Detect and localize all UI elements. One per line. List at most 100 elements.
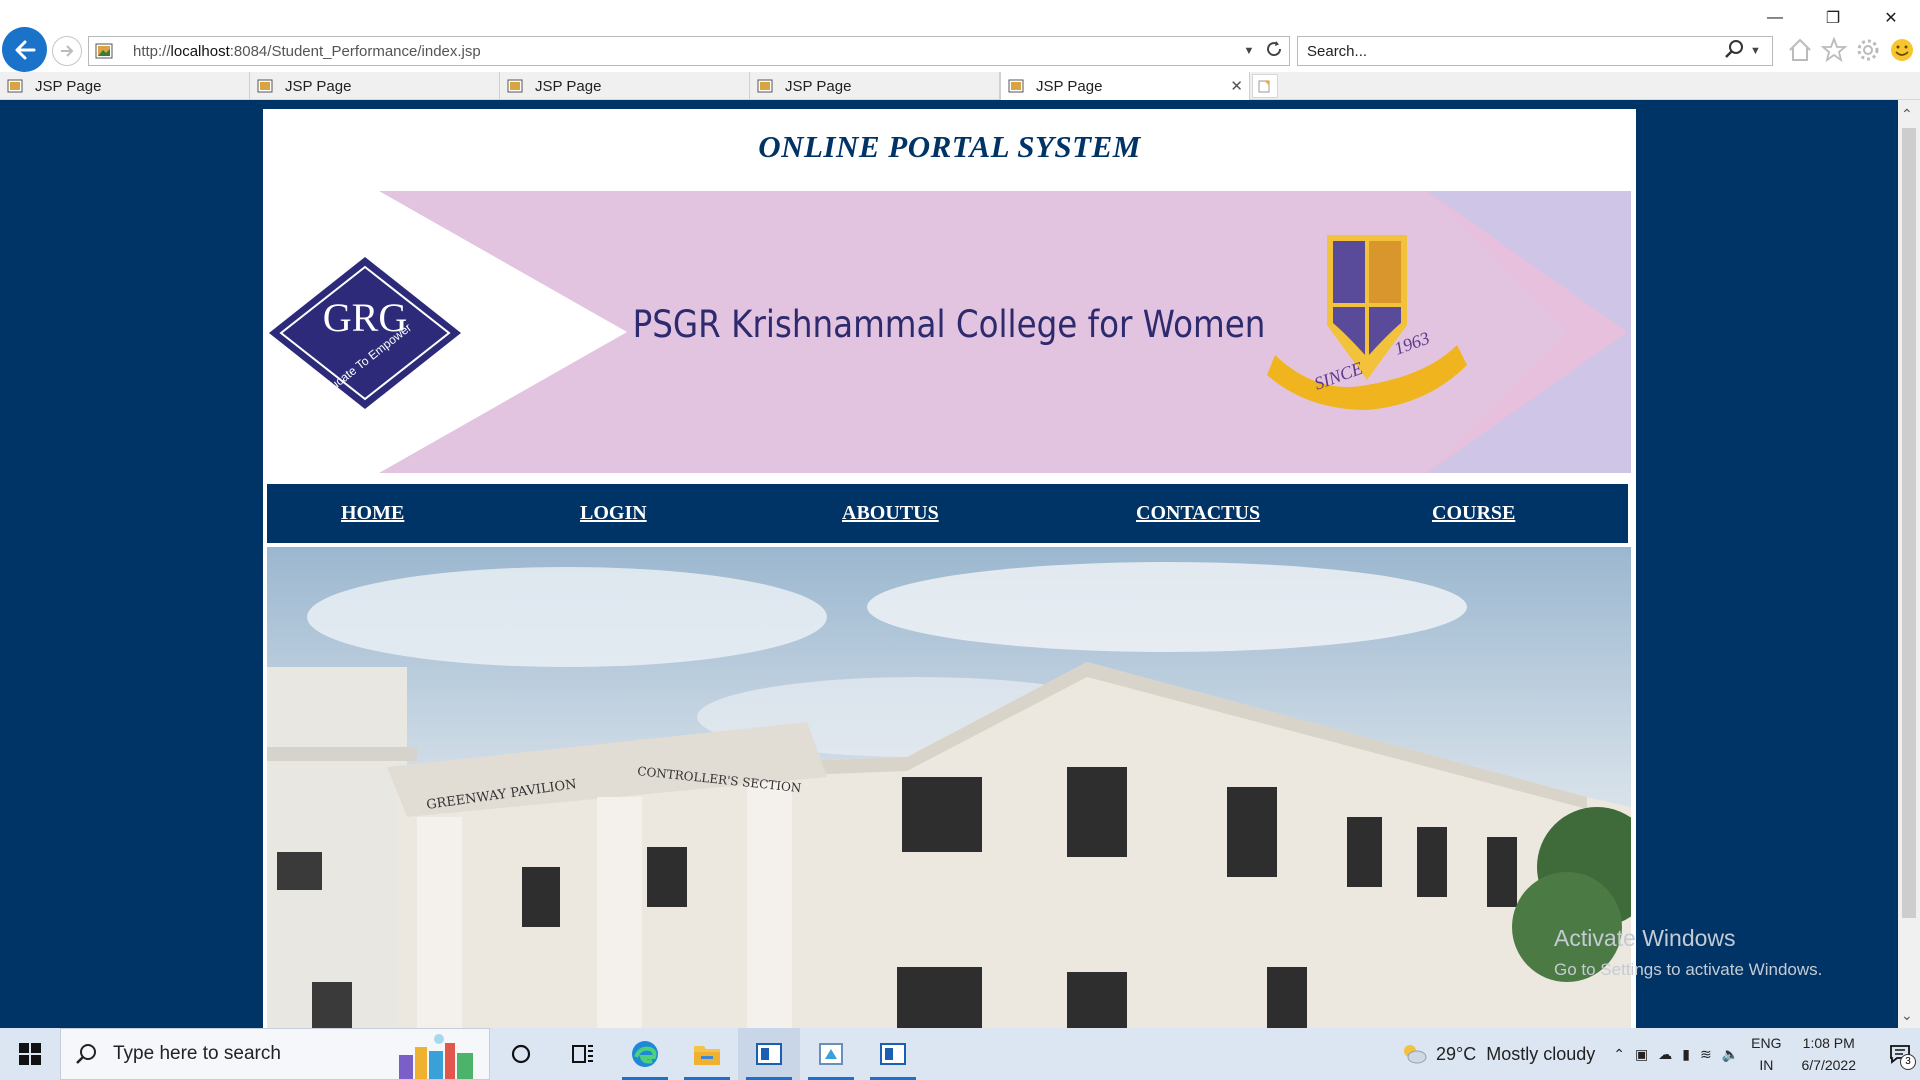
new-tab-icon	[1258, 80, 1270, 93]
cortana-button[interactable]	[490, 1028, 552, 1080]
refresh-button[interactable]	[1259, 40, 1289, 63]
tab-1[interactable]: JSP Page	[0, 72, 250, 100]
restore-button[interactable]: ❐	[1804, 4, 1862, 32]
browser-search-box[interactable]: Search... ▼	[1297, 36, 1773, 66]
taskbar-edge[interactable]	[614, 1028, 676, 1080]
taskbar-paint-app[interactable]	[800, 1028, 862, 1080]
tab-title: JSP Page	[1036, 77, 1103, 95]
minimize-button[interactable]: —	[1746, 4, 1804, 32]
building-illustration: GREENWAY PAVILION CONTROLLER'S SECTION	[267, 547, 1631, 1028]
scroll-up-icon[interactable]: ⌃	[1901, 106, 1913, 123]
onedrive-cloud-icon[interactable]: ☁	[1658, 1046, 1672, 1063]
page-viewport: ONLINE PORTAL SYSTEM GRG Educate To Empo…	[0, 100, 1920, 1028]
weather-description: Mostly cloudy	[1486, 1043, 1596, 1064]
system-tray: 29°C Mostly cloudy ⌃ ▣ ☁ ▮ ≋ 🔈 ENG IN 1:…	[1400, 1028, 1920, 1080]
tab-2[interactable]: JSP Page	[250, 72, 500, 100]
browser-toolbar	[1786, 36, 1916, 64]
page-favicon-icon	[507, 79, 523, 93]
activate-windows-watermark: Activate Windows Go to Settings to activ…	[1554, 925, 1822, 980]
browser-search-placeholder: Search...	[1307, 42, 1368, 60]
tray-icons: ⌃ ▣ ☁ ▮ ≋ 🔈	[1613, 1046, 1739, 1063]
college-building-photo: GREENWAY PAVILION CONTROLLER'S SECTION	[267, 547, 1631, 1028]
close-tab-icon[interactable]: ✕	[1230, 77, 1243, 95]
tab-title: JSP Page	[535, 77, 602, 95]
close-window-button[interactable]: ✕	[1862, 4, 1920, 32]
taskbar-app-window-1[interactable]	[738, 1028, 800, 1080]
forward-button[interactable]	[52, 36, 82, 66]
notification-center-button[interactable]: 3	[1880, 1028, 1920, 1080]
gear-icon[interactable]	[1854, 36, 1882, 64]
taskbar-app-window-2[interactable]	[862, 1028, 924, 1080]
tab-title: JSP Page	[785, 77, 852, 95]
favorites-star-icon[interactable]	[1820, 36, 1848, 64]
scroll-down-icon[interactable]: ⌄	[1901, 1007, 1913, 1024]
college-name: PSGR Krishnammal College for Women	[632, 303, 1266, 346]
tab-5-active[interactable]: JSP Page ✕	[1000, 72, 1250, 100]
start-button[interactable]	[0, 1028, 60, 1080]
page-scrollbar[interactable]: ⌃ ⌄	[1898, 100, 1920, 1028]
windows-taskbar: Type here to search 29°C Mostly cloudy ⌃…	[0, 1028, 1920, 1080]
system-clock[interactable]: 1:08 PM 6/7/2022	[1802, 1032, 1857, 1076]
address-dropdown-icon[interactable]: ▼	[1239, 45, 1259, 57]
back-button[interactable]	[2, 27, 47, 72]
task-view-icon	[572, 1045, 593, 1063]
taskbar-file-explorer[interactable]	[676, 1028, 738, 1080]
activate-windows-subtitle: Go to Settings to activate Windows.	[1554, 960, 1823, 979]
paint-icon	[819, 1043, 843, 1065]
nav-login[interactable]: LOGIN	[580, 502, 647, 525]
edge-browser-icon	[632, 1041, 658, 1067]
search-icon	[76, 1044, 96, 1064]
new-tab-button[interactable]	[1252, 74, 1278, 98]
tab-4[interactable]: JSP Page	[750, 72, 1000, 100]
windows-logo-icon	[19, 1043, 41, 1065]
address-bar[interactable]: http://localhost:8084/Student_Performanc…	[88, 36, 1290, 66]
notification-count-badge: 3	[1900, 1054, 1916, 1070]
tab-3[interactable]: JSP Page	[500, 72, 750, 100]
feedback-smiley-icon[interactable]	[1888, 36, 1916, 64]
device-icon[interactable]: ▣	[1635, 1046, 1648, 1063]
task-view-button[interactable]	[552, 1028, 614, 1080]
scrollbar-thumb[interactable]	[1902, 128, 1916, 918]
weather-widget[interactable]: 29°C Mostly cloudy	[1400, 1042, 1595, 1066]
nav-home[interactable]: HOME	[341, 502, 404, 525]
page-favicon-icon	[1008, 79, 1024, 93]
wifi-icon[interactable]: ≋	[1700, 1046, 1712, 1063]
page-favicon-icon	[7, 79, 23, 93]
arrow-right-icon	[61, 45, 74, 57]
taskbar-search-placeholder: Type here to search	[113, 1043, 281, 1064]
refresh-icon	[1267, 40, 1282, 56]
clock-date: 6/7/2022	[1801, 1057, 1857, 1073]
browser-chrome: — ❐ ✕ http://localhost:8084/Student_Perf…	[0, 0, 1920, 100]
page-favicon-icon	[257, 79, 273, 93]
clock-time: 1:08 PM	[1802, 1035, 1855, 1051]
nav-aboutus[interactable]: ABOUTUS	[842, 502, 939, 525]
volume-icon[interactable]: 🔈	[1722, 1046, 1739, 1063]
app-window-icon	[756, 1043, 782, 1065]
home-icon[interactable]	[1786, 36, 1814, 64]
page-container: ONLINE PORTAL SYSTEM GRG Educate To Empo…	[263, 109, 1636, 1028]
window-controls: — ❐ ✕	[1746, 4, 1920, 32]
search-dropdown-icon[interactable]: ▼	[1750, 45, 1772, 57]
main-nav: HOME LOGIN ABOUTUS CONTACTUS COURSE	[267, 484, 1628, 543]
taskbar-search-box[interactable]: Type here to search	[60, 1028, 490, 1080]
folder-icon	[694, 1046, 720, 1065]
nav-course[interactable]: COURSE	[1432, 502, 1515, 525]
battery-icon[interactable]: ▮	[1682, 1046, 1690, 1063]
region-code: IN	[1759, 1057, 1774, 1073]
college-banner: GRG Educate To Empower SINCE 1963 PSGR K…	[267, 191, 1631, 473]
language-code: ENG	[1751, 1035, 1782, 1051]
show-hidden-icons-chevron-icon[interactable]: ⌃	[1613, 1046, 1625, 1063]
site-title: ONLINE PORTAL SYSTEM	[758, 129, 1141, 164]
tab-strip: JSP Page JSP Page JSP Page JSP Page JSP …	[0, 72, 1920, 100]
arrow-left-icon	[15, 40, 35, 59]
partly-cloudy-icon	[1404, 1045, 1427, 1064]
search-icon[interactable]	[1724, 39, 1750, 64]
input-language-indicator[interactable]: ENG IN	[1751, 1032, 1781, 1076]
search-highlight-illustration-icon	[399, 1034, 473, 1079]
url-text[interactable]: http://localhost:8084/Student_Performanc…	[133, 43, 1239, 60]
app-window-icon	[880, 1043, 906, 1065]
tab-title: JSP Page	[35, 77, 102, 95]
weather-temperature: 29°C	[1436, 1043, 1477, 1064]
nav-contactus[interactable]: CONTACTUS	[1136, 502, 1260, 525]
activate-windows-title: Activate Windows	[1554, 925, 1736, 951]
